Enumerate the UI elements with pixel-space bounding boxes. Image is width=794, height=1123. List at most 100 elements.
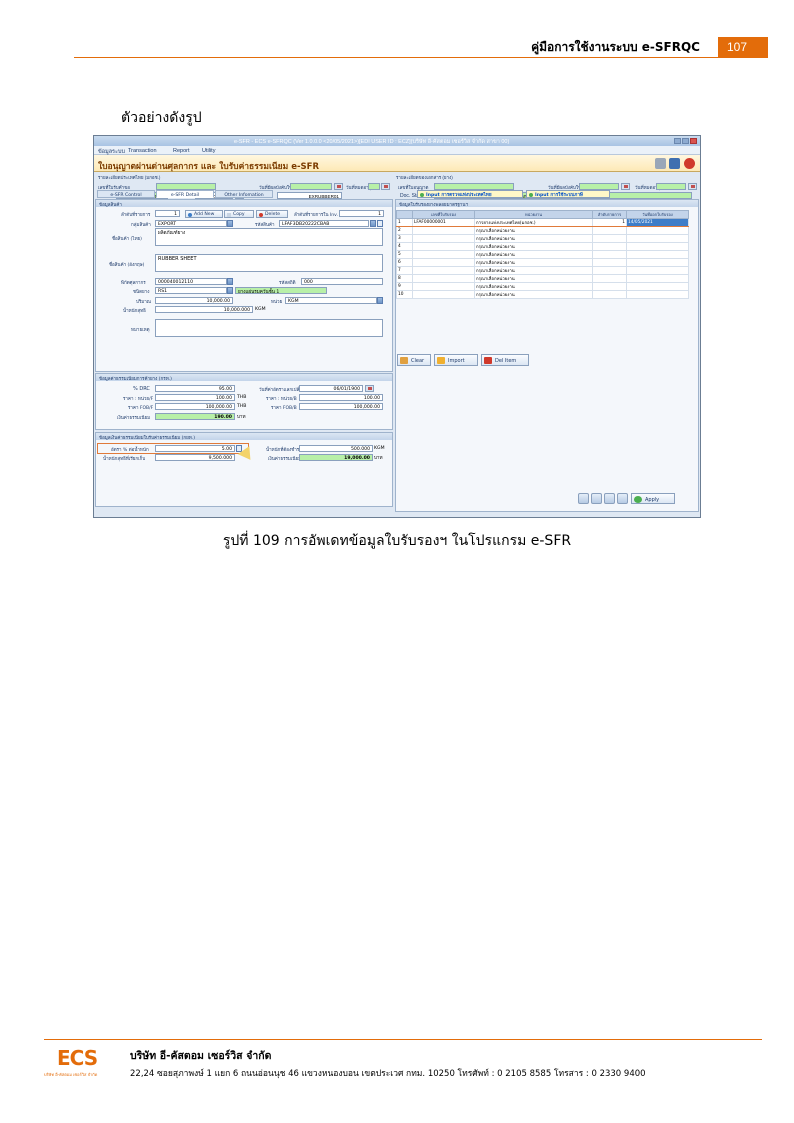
grid-cell-cert[interactable] xyxy=(412,266,475,275)
clear-button[interactable]: Clear xyxy=(397,354,431,366)
table-row[interactable]: 4 กรุณาเลือกหน่วยงาน xyxy=(396,242,689,251)
grid-cell-no[interactable]: 8 xyxy=(396,274,413,283)
grid-cell-date[interactable] xyxy=(626,282,689,291)
table-row[interactable]: 2 กรุณาเลือกหน่วยงาน xyxy=(396,226,689,235)
first-record-icon[interactable] xyxy=(578,493,589,504)
grid-cell-no[interactable]: 9 xyxy=(396,282,413,291)
grid-cell-seq[interactable] xyxy=(592,274,627,283)
permit-no-field[interactable] xyxy=(434,183,514,190)
grid-cell-agency[interactable]: กรุณาเลือกหน่วยงาน xyxy=(474,234,593,243)
table-row[interactable]: 9 กรุณาเลือกหน่วยงาน xyxy=(396,282,689,291)
figure-caption: รูปที่ 109 การอัพเดทข้อมูลใบรับรองฯ ในโป… xyxy=(222,533,572,549)
doc-date-field[interactable]: 15/03/2021 xyxy=(195,192,233,199)
calendar-icon[interactable] xyxy=(621,183,630,190)
grid-cell-date[interactable] xyxy=(626,258,689,267)
grid-cell-seq[interactable]: 1 xyxy=(592,218,627,227)
grid-cell-date[interactable] xyxy=(626,226,689,235)
prev-record-icon[interactable] xyxy=(591,493,602,504)
request-no-field[interactable] xyxy=(156,183,216,190)
expiry-date-field[interactable] xyxy=(368,183,380,190)
maximize-icon[interactable] xyxy=(682,138,689,144)
grid-cell-date[interactable] xyxy=(626,266,689,275)
minimize-icon[interactable] xyxy=(674,138,681,144)
calendar-icon[interactable] xyxy=(381,183,390,190)
grid-cell-no[interactable]: 6 xyxy=(396,258,413,267)
ref-no-field[interactable]: ADBCB00000063 xyxy=(116,192,168,199)
menu-item-utility[interactable]: Utility xyxy=(202,148,215,154)
last-record-icon[interactable] xyxy=(617,493,628,504)
grid-cell-cert[interactable] xyxy=(412,242,475,251)
grid-cell-seq[interactable] xyxy=(592,234,627,243)
form-header: ใบอนุญาตผ่านด่านศุลกากร และ ใบรับค่าธรรม… xyxy=(94,155,700,172)
close-icon[interactable] xyxy=(690,138,697,144)
grid-cell-no[interactable]: 5 xyxy=(396,250,413,259)
grid-cell-date[interactable]: 14/05/2021 xyxy=(626,218,689,227)
next-record-icon[interactable] xyxy=(604,493,615,504)
grid-cell-date[interactable] xyxy=(626,250,689,259)
grid-cell-seq[interactable] xyxy=(592,226,627,235)
grid-cell-agency[interactable]: กรุณาเลือกหน่วยงาน xyxy=(474,258,593,267)
grid-cell-no[interactable]: 2 xyxy=(396,226,413,235)
grid-cell-date[interactable] xyxy=(626,290,689,299)
window-controls xyxy=(674,138,697,144)
grid-cell-cert[interactable]: LFAF00000001 xyxy=(412,218,475,227)
doc-status-field[interactable]: 01 / WORKING PROCESS (ระหว่างดำเนินการ) xyxy=(434,192,692,199)
grid-cell-cert[interactable] xyxy=(412,282,475,291)
grid-cell-no[interactable]: 3 xyxy=(396,234,413,243)
grid-cell-cert[interactable] xyxy=(412,226,475,235)
calendar-icon[interactable] xyxy=(334,183,343,190)
invoice-no-field[interactable]: EXRUBBER01 xyxy=(277,192,342,199)
calendar-icon[interactable] xyxy=(235,192,244,199)
grid-cell-seq[interactable] xyxy=(592,266,627,275)
grid-cell-seq[interactable] xyxy=(592,258,627,267)
grid-cell-cert[interactable] xyxy=(412,250,475,259)
grid-cell-agency[interactable]: กรุณาเลือกหน่วยงาน xyxy=(474,226,593,235)
grid-cell-seq[interactable] xyxy=(592,282,627,291)
check-icon xyxy=(634,496,642,503)
grid-cell-no[interactable]: 10 xyxy=(396,290,413,299)
cert-grid: เลขที่ใบรับรอง หน่วยงาน ลำดับรายการ วันท… xyxy=(396,210,689,299)
company-address: 22,24 ซอยสุภาพงษ์ 1 แยก 6 ถนนอ่อนนุช 46 … xyxy=(130,1069,646,1079)
menu-item-transaction[interactable]: Transaction xyxy=(128,148,157,154)
grid-cell-no[interactable]: 7 xyxy=(396,266,413,275)
table-row[interactable]: 8 กรุณาเลือกหน่วยงาน xyxy=(396,274,689,283)
table-row[interactable]: 5 กรุณาเลือกหน่วยงาน xyxy=(396,250,689,259)
close-form-icon[interactable] xyxy=(684,158,695,169)
grid-cell-cert[interactable] xyxy=(412,234,475,243)
effective-date-field[interactable] xyxy=(290,183,332,190)
print-icon[interactable] xyxy=(655,158,666,169)
del-item-button[interactable]: Del Item xyxy=(481,354,529,366)
grid-cell-agency[interactable]: กรุณาเลือกหน่วยงาน xyxy=(474,250,593,259)
calendar-icon[interactable] xyxy=(688,183,697,190)
grid-cell-agency[interactable]: กรุณาเลือกหน่วยงาน xyxy=(474,274,593,283)
save-icon[interactable] xyxy=(669,158,680,169)
right-header-title: รายละเอียดของเอกสาร (ยาง) xyxy=(396,175,453,180)
import-button[interactable]: Import xyxy=(434,354,478,366)
grid-cell-seq[interactable] xyxy=(592,250,627,259)
table-row[interactable]: 1 LFAF00000001 การยางแห่งประเทศไทย(มกอช.) 1… xyxy=(396,218,689,227)
grid-cell-date[interactable] xyxy=(626,234,689,243)
grid-cell-cert[interactable] xyxy=(412,290,475,299)
apply-button[interactable]: Apply xyxy=(631,493,675,504)
grid-cell-cert[interactable] xyxy=(412,274,475,283)
grid-cell-cert[interactable] xyxy=(412,258,475,267)
footer-divider xyxy=(44,1039,762,1040)
table-row[interactable]: 7 กรุณาเลือกหน่วยงาน xyxy=(396,266,689,275)
grid-cell-no[interactable]: 1 xyxy=(396,218,413,227)
grid-cell-seq[interactable] xyxy=(592,242,627,251)
menu-item-report[interactable]: Report xyxy=(173,148,190,154)
grid-cell-agency[interactable]: กรุณาเลือกหน่วยงาน xyxy=(474,266,593,275)
grid-cell-agency[interactable]: กรุณาเลือกหน่วยงาน xyxy=(474,282,593,291)
grid-cell-agency[interactable]: กรุณาเลือกหน่วยงาน xyxy=(474,242,593,251)
grid-cell-date[interactable] xyxy=(626,274,689,283)
grid-cell-agency[interactable]: กรุณาเลือกหน่วยงาน xyxy=(474,290,593,299)
table-row[interactable]: 6 กรุณาเลือกหน่วยงาน xyxy=(396,258,689,267)
grid-cell-date[interactable] xyxy=(626,242,689,251)
grid-cell-agency[interactable]: การยางแห่งประเทศไทย(มกอช.) xyxy=(474,218,593,227)
permit-expiry-field[interactable] xyxy=(656,183,686,190)
grid-cell-no[interactable]: 4 xyxy=(396,242,413,251)
grid-cell-seq[interactable] xyxy=(592,290,627,299)
permit-effective-field[interactable] xyxy=(579,183,619,190)
table-row[interactable]: 3 กรุณาเลือกหน่วยงาน xyxy=(396,234,689,243)
table-row[interactable]: 10 กรุณาเลือกหน่วยงาน xyxy=(396,290,689,299)
